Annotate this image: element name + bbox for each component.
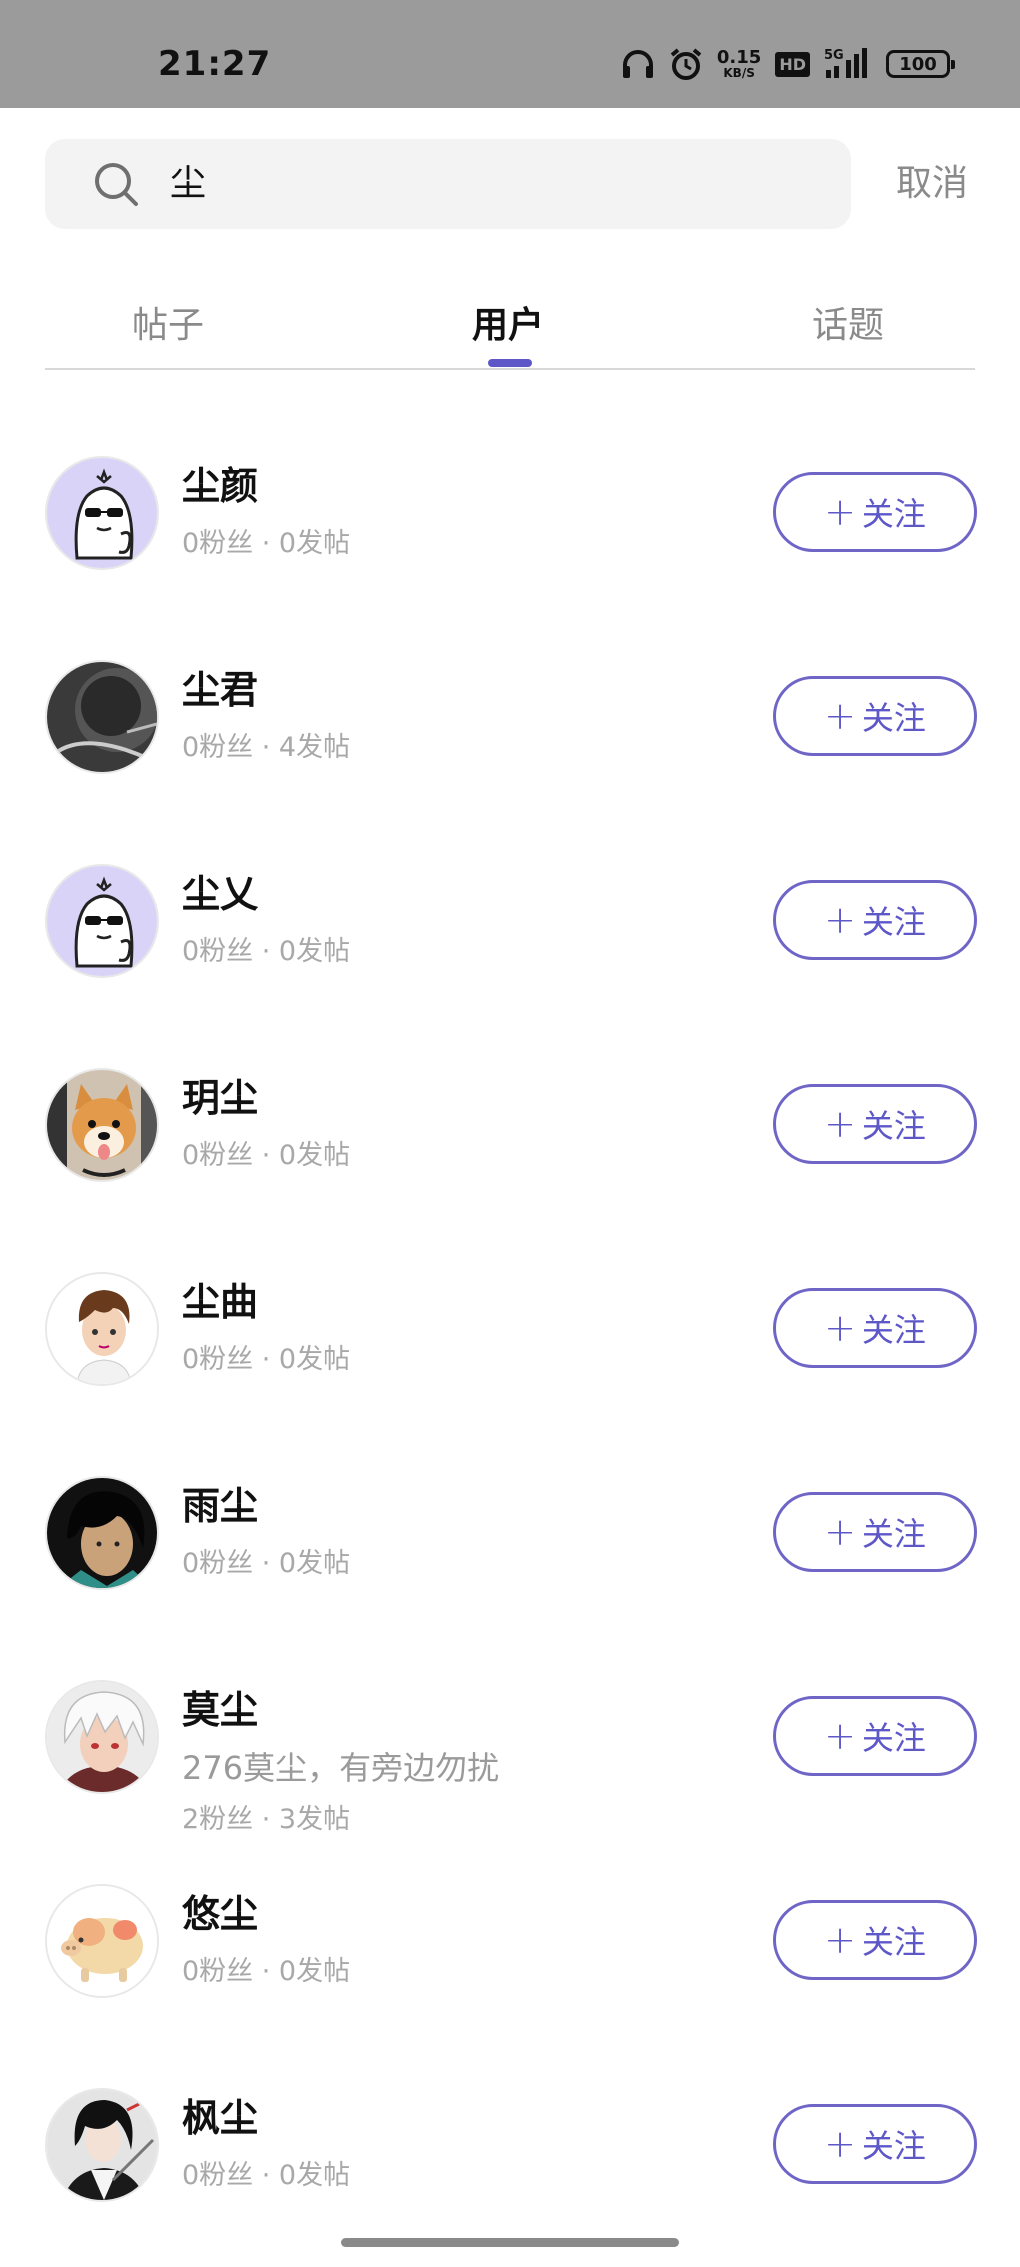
plus-icon: + <box>824 1714 856 1758</box>
plus-icon: + <box>824 1510 856 1554</box>
avatar[interactable] <box>45 1680 159 1794</box>
avatar[interactable] <box>45 2088 159 2202</box>
user-row[interactable]: 尘君 0粉丝 · 4发帖 + 关注 <box>0 660 1020 864</box>
avatar[interactable] <box>45 1884 159 1998</box>
user-name: 莫尘 <box>182 1688 259 1732</box>
avatar[interactable] <box>45 660 159 774</box>
user-name: 尘君 <box>182 668 259 712</box>
user-row[interactable]: 悠尘 0粉丝 · 0发帖 + 关注 <box>0 1884 1020 2088</box>
follow-button[interactable]: + 关注 <box>773 1900 977 1980</box>
net-speed-unit: KB/S <box>723 66 755 80</box>
status-bar: 21:27 0.15 KB/S HD 5G 100 <box>0 0 1020 108</box>
follow-button[interactable]: + 关注 <box>773 2104 977 2184</box>
follow-label: 关注 <box>861 2127 926 2165</box>
avatar[interactable] <box>45 1476 159 1590</box>
user-row[interactable]: 莫尘 276莫尘，有旁边勿扰 2粉丝 · 3发帖 + 关注 <box>0 1680 1020 1884</box>
tab-topics[interactable]: 话题 <box>812 302 884 350</box>
user-stats: 0粉丝 · 0发帖 <box>182 1548 351 1579</box>
user-stats: 0粉丝 · 0发帖 <box>182 2160 351 2191</box>
tab-posts[interactable]: 帖子 <box>132 302 204 350</box>
active-tab-indicator <box>488 359 532 367</box>
user-name: 尘颜 <box>182 464 259 508</box>
hd-badge: HD <box>775 51 810 77</box>
user-name: 尘曲 <box>182 1280 259 1324</box>
plus-icon: + <box>824 898 856 942</box>
follow-label: 关注 <box>861 1311 926 1349</box>
user-name: 玥尘 <box>182 1076 259 1120</box>
follow-button[interactable]: + 关注 <box>773 1492 977 1572</box>
home-indicator <box>341 2238 679 2247</box>
user-name: 悠尘 <box>182 1892 259 1936</box>
user-stats: 0粉丝 · 4发帖 <box>182 732 351 763</box>
search-box[interactable]: 尘 <box>45 139 851 229</box>
user-stats: 0粉丝 · 0发帖 <box>182 1140 351 1171</box>
plus-icon: + <box>824 1918 856 1962</box>
search-input[interactable]: 尘 <box>170 139 206 229</box>
avatar[interactable] <box>45 456 159 570</box>
user-row[interactable]: 雨尘 0粉丝 · 0发帖 + 关注 <box>0 1476 1020 1680</box>
follow-label: 关注 <box>861 699 926 737</box>
net-speed: 0.15 KB/S <box>717 44 761 84</box>
tab-users[interactable]: 用户 <box>472 302 544 350</box>
follow-label: 关注 <box>861 495 926 533</box>
plus-icon: + <box>824 490 856 534</box>
cancel-button[interactable]: 取消 <box>896 160 968 208</box>
status-time: 21:27 <box>158 44 272 84</box>
plus-icon: + <box>824 2122 856 2166</box>
avatar[interactable] <box>45 1272 159 1386</box>
user-stats: 0粉丝 · 0发帖 <box>182 1344 351 1375</box>
tab-divider <box>45 368 975 370</box>
user-row[interactable]: 尘曲 0粉丝 · 0发帖 + 关注 <box>0 1272 1020 1476</box>
follow-button[interactable]: + 关注 <box>773 1084 977 1164</box>
alarm-icon <box>669 44 703 84</box>
follow-button[interactable]: + 关注 <box>773 676 977 756</box>
user-name: 枫尘 <box>182 2096 259 2140</box>
user-bio: 276莫尘，有旁边勿扰 <box>182 1749 500 1787</box>
follow-label: 关注 <box>861 1107 926 1145</box>
follow-button[interactable]: + 关注 <box>773 1696 977 1776</box>
follow-label: 关注 <box>861 1719 926 1757</box>
status-icons: 0.15 KB/S HD 5G 100 <box>621 44 955 84</box>
avatar[interactable] <box>45 1068 159 1182</box>
follow-label: 关注 <box>861 1923 926 1961</box>
plus-icon: + <box>824 1306 856 1350</box>
plus-icon: + <box>824 694 856 738</box>
signal-icon: 5G <box>824 44 872 84</box>
user-stats: 0粉丝 · 0发帖 <box>182 528 351 559</box>
svg-text:5G: 5G <box>824 48 844 63</box>
user-name: 雨尘 <box>182 1484 259 1528</box>
user-name: 尘乂 <box>182 872 259 916</box>
search-icon <box>95 163 138 206</box>
user-row[interactable]: 尘颜 0粉丝 · 0发帖 + 关注 <box>0 456 1020 660</box>
net-speed-value: 0.15 <box>716 47 762 68</box>
headphones-icon <box>621 44 655 84</box>
follow-button[interactable]: + 关注 <box>773 472 977 552</box>
battery-indicator: 100 <box>886 50 955 78</box>
user-stats: 0粉丝 · 0发帖 <box>182 1956 351 1987</box>
user-stats: 0粉丝 · 0发帖 <box>182 936 351 967</box>
follow-button[interactable]: + 关注 <box>773 1288 977 1368</box>
user-row[interactable]: 玥尘 0粉丝 · 0发帖 + 关注 <box>0 1068 1020 1272</box>
follow-label: 关注 <box>861 903 926 941</box>
follow-button[interactable]: + 关注 <box>773 880 977 960</box>
avatar[interactable] <box>45 864 159 978</box>
follow-label: 关注 <box>861 1515 926 1553</box>
plus-icon: + <box>824 1102 856 1146</box>
user-row[interactable]: 尘乂 0粉丝 · 0发帖 + 关注 <box>0 864 1020 1068</box>
user-stats: 2粉丝 · 3发帖 <box>182 1804 351 1835</box>
